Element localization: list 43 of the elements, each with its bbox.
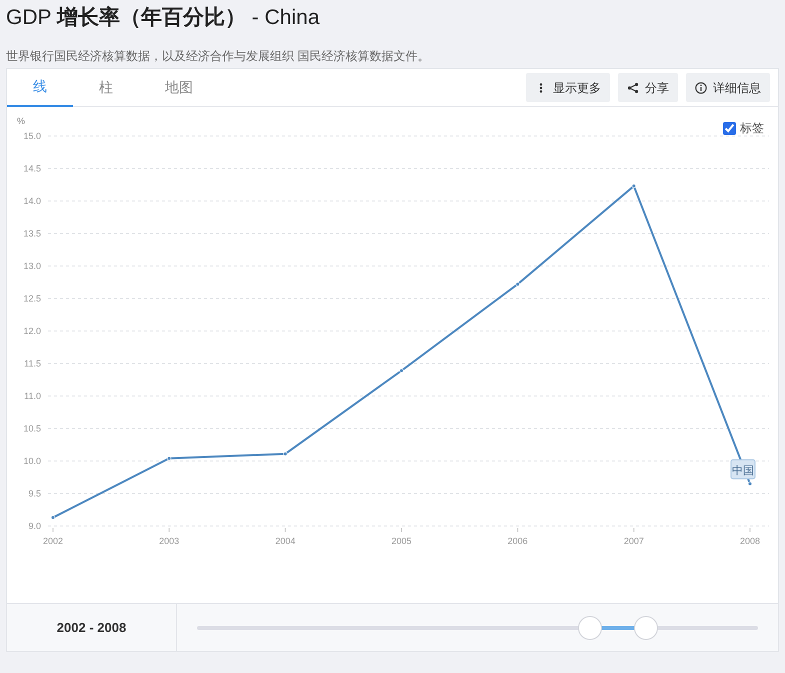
- data-point: [283, 452, 288, 456]
- data-point: [399, 368, 404, 373]
- data-point: [50, 515, 56, 520]
- y-axis-unit: %: [17, 116, 26, 126]
- share-button[interactable]: 分享: [618, 73, 678, 102]
- more-button[interactable]: 显示更多: [526, 73, 610, 102]
- y-tick-label: 12.0: [23, 326, 41, 336]
- y-tick-label: 14.0: [23, 196, 41, 206]
- y-tick-label: 11.5: [24, 358, 41, 368]
- slider-handle[interactable]: [634, 616, 658, 640]
- y-tick-label: 12.5: [23, 294, 41, 304]
- chart-tab[interactable]: 地图: [139, 68, 219, 106]
- y-tick-label: 15.0: [23, 131, 41, 141]
- info-icon: [695, 82, 707, 94]
- info-button[interactable]: 详细信息: [686, 73, 770, 102]
- chart-tab[interactable]: 柱: [73, 68, 139, 106]
- x-tick-label: 2003: [159, 536, 180, 546]
- x-tick-label: 2004: [275, 536, 296, 546]
- chart-title: GDP 增长率（年百分比） - China: [6, 4, 320, 31]
- y-tick-label: 14.5: [23, 164, 41, 174]
- data-point: [516, 282, 520, 286]
- year-range-text: 2002 - 2008: [7, 604, 177, 651]
- y-tick-label: 13.5: [23, 228, 41, 238]
- data-point: [167, 456, 172, 460]
- y-tick-label: 10.0: [23, 456, 41, 466]
- x-tick-label: 2002: [42, 536, 64, 546]
- series-label: 中国: [732, 464, 754, 477]
- x-tick-label: 2005: [391, 536, 412, 546]
- x-tick-label: 2007: [624, 536, 644, 546]
- x-tick-label: 2008: [740, 536, 760, 546]
- slider-handle[interactable]: [578, 616, 602, 640]
- x-tick-label: 2006: [508, 536, 528, 546]
- y-tick-label: 13.0: [23, 261, 41, 271]
- source-text: 世界银行国民经济核算数据，以及经济合作与发展组织 国民经济核算数据文件。: [6, 48, 430, 64]
- y-tick-label: 11.0: [24, 391, 41, 401]
- y-tick-label: 9.0: [28, 521, 41, 531]
- data-point: [632, 184, 636, 188]
- share-icon: [627, 82, 639, 94]
- labels-checkbox[interactable]: 标签: [723, 119, 764, 137]
- y-tick-label: 9.5: [28, 488, 41, 498]
- series-label: 中国: [730, 459, 756, 480]
- data-point: [748, 482, 752, 486]
- y-tick-label: 10.5: [23, 424, 41, 434]
